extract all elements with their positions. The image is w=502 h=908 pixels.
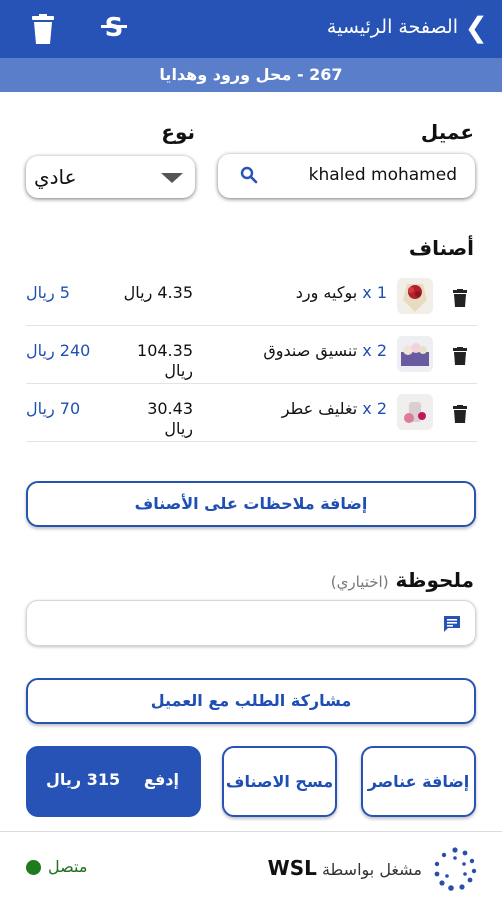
- connection-status: متصل: [48, 857, 88, 876]
- powered-by-text: مشغل بواسطة WSL: [267, 856, 422, 880]
- customer-field[interactable]: khaled mohamed: [218, 154, 475, 198]
- clear-items-button[interactable]: مسح الاصناف: [222, 746, 337, 817]
- item-row: 2 x تنسيق صندوق 104.35 ريال 240 ريال: [26, 326, 477, 384]
- item-unit-price: 4.35 ريال: [123, 283, 193, 302]
- add-items-button[interactable]: إضافة عناصر: [361, 746, 476, 817]
- add-item-notes-button[interactable]: إضافة ملاحظات على الأصناف: [26, 481, 476, 527]
- comment-icon: [443, 615, 461, 637]
- delete-item-icon[interactable]: [453, 405, 467, 427]
- item-total: 70 ريال: [26, 399, 81, 418]
- item-name: 2 x تنسيق صندوق: [263, 341, 387, 360]
- pay-label: إدفع: [143, 770, 179, 789]
- item-name: 2 x تغليف عطر: [281, 399, 387, 418]
- order-type-value: عادي: [34, 165, 77, 189]
- item-unit-price: 30.43 ريال: [147, 399, 193, 438]
- pay-amount: 315 ريال: [46, 770, 121, 789]
- item-total: 5 ريال: [26, 283, 70, 302]
- note-optional-label: (اختياري): [330, 573, 389, 591]
- store-bar: 267 - محل ورود وهدايا: [0, 58, 502, 92]
- dropdown-arrow-icon: [161, 173, 183, 183]
- item-row: 2 x تغليف عطر 30.43 ريال 70 ريال: [26, 384, 477, 442]
- delete-item-icon[interactable]: [453, 289, 467, 311]
- customer-label: عميل: [420, 120, 474, 144]
- note-input[interactable]: [26, 600, 476, 646]
- item-row: 1 x بوكيه ورد 4.35 ريال 5 ريال: [26, 268, 477, 326]
- item-thumbnail-perfume: [397, 394, 433, 430]
- type-label: نوع: [161, 120, 195, 144]
- item-thumbnail-box: [397, 336, 433, 372]
- items-heading: أصناف: [408, 236, 474, 260]
- delete-order-icon[interactable]: [32, 14, 54, 48]
- page-title[interactable]: الصفحة الرئيسية: [327, 16, 458, 38]
- search-icon[interactable]: [240, 166, 258, 188]
- item-thumbnail-bouquet: [397, 278, 433, 314]
- delete-item-icon[interactable]: [453, 347, 467, 369]
- items-list: 1 x بوكيه ورد 4.35 ريال 5 ريال 2 x تنسيق…: [26, 268, 477, 442]
- back-chevron-icon[interactable]: ❮: [465, 13, 488, 43]
- item-unit-price: 104.35 ريال: [137, 341, 193, 380]
- clear-cart-icon[interactable]: S: [99, 12, 129, 48]
- top-bar: ❮ الصفحة الرئيسية S: [0, 0, 502, 58]
- order-type-select[interactable]: عادي: [26, 156, 195, 198]
- status-indicator-icon: [26, 860, 41, 875]
- wsl-logo-icon: [432, 846, 478, 896]
- customer-value: khaled mohamed: [308, 165, 457, 185]
- item-total: 240 ريال: [26, 341, 91, 360]
- footer: مشغل بواسطة WSL متصل: [0, 831, 502, 908]
- note-label: ملحوظة (اختياري): [330, 568, 474, 592]
- share-order-button[interactable]: مشاركة الطلب مع العميل: [26, 678, 476, 724]
- item-name: 1 x بوكيه ورد: [295, 283, 387, 302]
- pay-button[interactable]: إدفع 315 ريال: [26, 746, 201, 817]
